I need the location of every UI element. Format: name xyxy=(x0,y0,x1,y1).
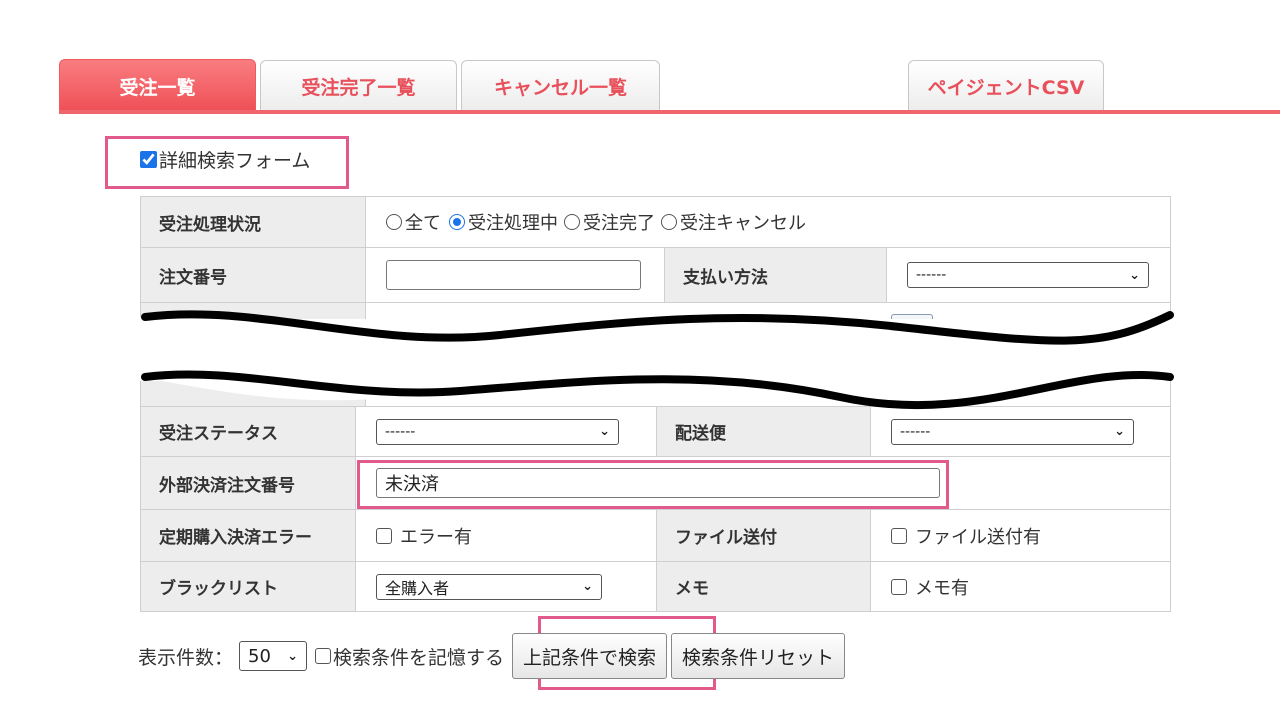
order-number-label: 注文番号 xyxy=(141,248,366,302)
subscription-error-checkbox[interactable] xyxy=(376,527,392,544)
per-page-select[interactable]: 50 ⌄ xyxy=(239,641,308,671)
memo-label: メモ xyxy=(656,562,871,611)
order-status-value: ------ xyxy=(385,423,416,440)
blacklist-label: ブラックリスト xyxy=(141,562,356,611)
file-send-text: ファイル送付有 xyxy=(915,526,1041,548)
file-send-checkbox[interactable] xyxy=(891,527,907,544)
tab-underline xyxy=(59,110,1280,114)
row-external-payment: 外部決済注文番号 未決済 xyxy=(141,457,1170,510)
row-status: 受注処理状況 全て 受注処理中 受注完了 受注キャンセル xyxy=(141,197,1170,248)
tab-completed-list[interactable]: 受注完了一覧 xyxy=(260,60,457,112)
delivery-select[interactable]: ------ ⌄ xyxy=(891,418,1134,445)
external-payment-input[interactable]: 未決済 xyxy=(376,468,940,498)
order-number-input[interactable] xyxy=(386,260,641,290)
file-send-label: ファイル送付 xyxy=(656,510,871,561)
per-page-label: 表示件数： xyxy=(138,646,234,669)
delivery-value: ------ xyxy=(900,423,931,440)
external-payment-label: 外部決済注文番号 xyxy=(141,457,356,509)
memo-text: メモ有 xyxy=(915,577,969,599)
radio-cancel[interactable] xyxy=(661,214,677,230)
redaction-overlay xyxy=(140,310,1180,410)
row-subscription-error: 定期購入決済エラー エラー有 ファイル送付 ファイル送付有 xyxy=(141,510,1170,562)
row-blacklist: ブラックリスト 全購入者 ⌄ メモ メモ有 xyxy=(141,562,1170,611)
radio-processing-label: 受注処理中 xyxy=(468,213,558,234)
tab-order-list[interactable]: 受注一覧 xyxy=(59,59,256,113)
status-radio-group: 全て 受注処理中 受注完了 受注キャンセル xyxy=(366,197,1170,247)
payment-method-value: ------ xyxy=(916,267,947,283)
radio-all[interactable] xyxy=(386,214,402,230)
remember-label: 検索条件を記憶する xyxy=(333,646,505,669)
radio-complete[interactable] xyxy=(564,214,580,230)
chevron-down-icon: ⌄ xyxy=(599,424,610,439)
subscription-error-text: エラー有 xyxy=(400,526,472,548)
order-status-select[interactable]: ------ ⌄ xyxy=(376,418,619,445)
detail-search-toggle[interactable]: 詳細検索フォーム xyxy=(140,146,310,173)
blacklist-select[interactable]: 全購入者 ⌄ xyxy=(376,573,602,600)
per-page-value: 50 xyxy=(248,645,271,667)
blacklist-value: 全購入者 xyxy=(385,578,450,598)
chevron-down-icon: ⌄ xyxy=(1129,267,1140,283)
detail-search-label: 詳細検索フォーム xyxy=(159,150,311,172)
row-order-number: 注文番号 支払い方法 ------ ⌄ xyxy=(141,248,1170,303)
status-label: 受注処理状況 xyxy=(141,197,366,247)
radio-cancel-label: 受注キャンセル xyxy=(680,213,806,234)
tab-bar: 受注一覧 受注完了一覧 キャンセル一覧 ペイジェントCSV xyxy=(0,0,1280,116)
chevron-down-icon: ⌄ xyxy=(582,579,593,594)
remember-checkbox[interactable] xyxy=(315,648,332,664)
chevron-down-icon: ⌄ xyxy=(1114,424,1125,439)
payment-method-label: 支払い方法 xyxy=(664,248,887,302)
bottom-controls: 表示件数： 50 ⌄ 検索条件を記憶する 上記条件で検索 検索条件リセット xyxy=(138,632,846,680)
search-button[interactable]: 上記条件で検索 xyxy=(512,633,668,679)
tab-paygent-csv[interactable]: ペイジェントCSV xyxy=(908,60,1104,112)
payment-method-select[interactable]: ------ ⌄ xyxy=(907,262,1149,288)
chevron-down-icon: ⌄ xyxy=(287,648,299,664)
tab-cancel-list[interactable]: キャンセル一覧 xyxy=(461,60,660,112)
memo-checkbox[interactable] xyxy=(891,578,907,595)
radio-all-label: 全て xyxy=(405,213,441,234)
radio-complete-label: 受注完了 xyxy=(583,213,655,234)
detail-search-checkbox[interactable] xyxy=(140,151,157,168)
radio-processing[interactable] xyxy=(449,214,465,230)
reset-button[interactable]: 検索条件リセット xyxy=(671,633,846,679)
subscription-error-label: 定期購入決済エラー xyxy=(141,510,356,561)
